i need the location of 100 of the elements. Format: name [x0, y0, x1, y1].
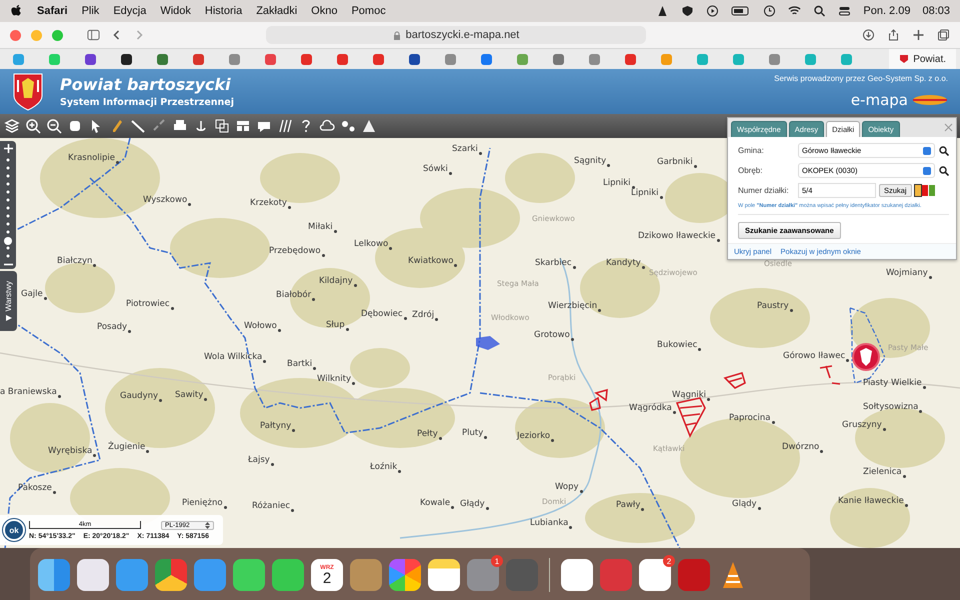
- place-dot-icon: [438, 437, 442, 440]
- zoom-slider-thumb[interactable]: [4, 237, 12, 246]
- place-name: Kanie Iławeckie: [838, 496, 904, 506]
- battery-icon[interactable]: [731, 5, 752, 17]
- menu-item[interactable]: Historia: [204, 5, 242, 17]
- menu-item[interactable]: Pomoc: [351, 5, 386, 17]
- settings-icon[interactable]: [340, 118, 356, 134]
- copy-icon[interactable]: [214, 118, 230, 134]
- share-icon[interactable]: [887, 29, 900, 41]
- bookmark-icon[interactable]: [409, 54, 420, 64]
- zoom-out-icon[interactable]: [46, 118, 62, 134]
- place-dot-icon: [572, 266, 576, 269]
- place-dot-icon: [454, 264, 458, 267]
- control-center-icon[interactable]: [838, 5, 852, 17]
- place-name: Dwórzno: [782, 442, 820, 452]
- place-name: Wilknity: [317, 374, 351, 384]
- color-swatch[interactable]: [914, 185, 921, 196]
- menu-item[interactable]: Okno: [311, 5, 338, 17]
- zoom-in-icon[interactable]: [4, 144, 12, 153]
- place-dot-icon: [551, 439, 554, 442]
- place-name: Pełty: [417, 429, 438, 439]
- place-dot-icon: [404, 317, 407, 320]
- place-name: Kandyty: [606, 258, 641, 268]
- menu-bar-date[interactable]: Pon. 2.09: [863, 5, 910, 17]
- search-icon[interactable]: [813, 5, 826, 17]
- place-name: Lipniki: [631, 188, 659, 198]
- address-field[interactable]: bartoszycki.e-mapa.net: [266, 26, 646, 44]
- place-dot-icon: [478, 152, 482, 155]
- hatch-icon[interactable]: [277, 118, 293, 134]
- field-label: Gmina:: [738, 146, 765, 155]
- download-icon[interactable]: [862, 29, 875, 41]
- place-dot-icon: [128, 330, 132, 333]
- place-dot-icon: [716, 239, 720, 242]
- bookmark-icon[interactable]: [121, 54, 132, 64]
- zoom-in-icon[interactable]: [25, 118, 41, 134]
- place-name: Pakosze: [18, 483, 52, 493]
- layers-tab[interactable]: Warstwy: [0, 271, 17, 331]
- coat-of-arms-icon: [12, 72, 44, 112]
- place-dot-icon: [334, 230, 337, 233]
- close-window-button[interactable]: [10, 30, 21, 40]
- place-name: Lipniki: [603, 178, 631, 188]
- place-dot-icon: [694, 165, 697, 168]
- menu-item[interactable]: Zakładki: [256, 5, 298, 17]
- notepad-icon[interactable]: [428, 559, 460, 591]
- app-menu[interactable]: Safari: [37, 5, 68, 17]
- menu-item[interactable]: Plik: [82, 5, 100, 17]
- browser-tab[interactable]: Powiat.: [889, 49, 956, 69]
- place-dot-icon: [641, 508, 644, 511]
- new-tab-icon[interactable]: [912, 29, 925, 41]
- traffic-cone-icon[interactable]: [656, 5, 670, 17]
- menu-bar-time[interactable]: 08:03: [922, 5, 950, 17]
- place-name: Żugienie: [108, 442, 146, 452]
- apple-logo-icon[interactable]: [10, 5, 23, 17]
- place-name: Wierzbięcin: [548, 301, 598, 311]
- search-icon[interactable]: [938, 166, 949, 176]
- layers-icon[interactable]: [4, 118, 20, 134]
- place-dot-icon: [882, 428, 886, 431]
- updown-caret-icon: [205, 522, 210, 528]
- place-dot-icon: [451, 506, 454, 509]
- place-dot-icon: [435, 318, 438, 321]
- place-name: Bukowiec: [657, 340, 698, 350]
- place-name: Krzekoty: [250, 198, 287, 208]
- place-name: Wągniki: [672, 390, 706, 400]
- place-dot-icon: [322, 254, 325, 257]
- emblem-marker-icon: [852, 343, 880, 371]
- site-title: Powiat bartoszycki: [60, 75, 232, 94]
- place-name: Grotowo: [534, 330, 570, 340]
- place-name: Gaudyny: [120, 391, 158, 401]
- layout-icon[interactable]: [235, 118, 251, 134]
- place-name: Wyrębiska: [48, 446, 92, 456]
- place-dot-icon: [642, 266, 645, 269]
- place-dot-icon: [772, 421, 774, 424]
- ruler-icon[interactable]: [130, 118, 146, 134]
- place-dot-icon: [448, 172, 452, 175]
- play-icon[interactable]: [706, 5, 720, 17]
- place-dot-icon: [398, 470, 402, 473]
- wifi-icon[interactable]: [788, 5, 802, 17]
- place-name: Lubianka: [530, 518, 568, 528]
- tabs-overview-icon[interactable]: [937, 29, 950, 41]
- full-extent-icon[interactable]: [67, 118, 83, 134]
- color-swatch[interactable]: [928, 185, 935, 196]
- brand-logo-text: e-mapa: [850, 91, 908, 109]
- clock-icon[interactable]: [763, 5, 776, 17]
- search-icon[interactable]: [938, 146, 949, 156]
- place-name: Bartki: [287, 359, 312, 369]
- ok-button[interactable]: ok: [3, 519, 25, 541]
- field-label: Obręb:: [738, 166, 764, 175]
- menu-item[interactable]: Widok: [160, 5, 191, 17]
- triangle-icon[interactable]: [361, 118, 377, 134]
- place-name: Sołtysowizna: [863, 402, 918, 412]
- menu-item[interactable]: Edycja: [113, 5, 146, 17]
- place-name: Gruszyny: [842, 420, 882, 430]
- place-dot-icon: [354, 284, 357, 287]
- sidebar-icon[interactable]: [87, 29, 100, 41]
- place-name: Glądy: [732, 499, 757, 509]
- place-name: Kowale: [420, 498, 450, 508]
- place-name: Jeziorko: [517, 431, 550, 441]
- zoom-out-icon[interactable]: [4, 263, 12, 266]
- place-dot-icon: [224, 506, 227, 509]
- place-name: Pieniężno: [182, 498, 223, 508]
